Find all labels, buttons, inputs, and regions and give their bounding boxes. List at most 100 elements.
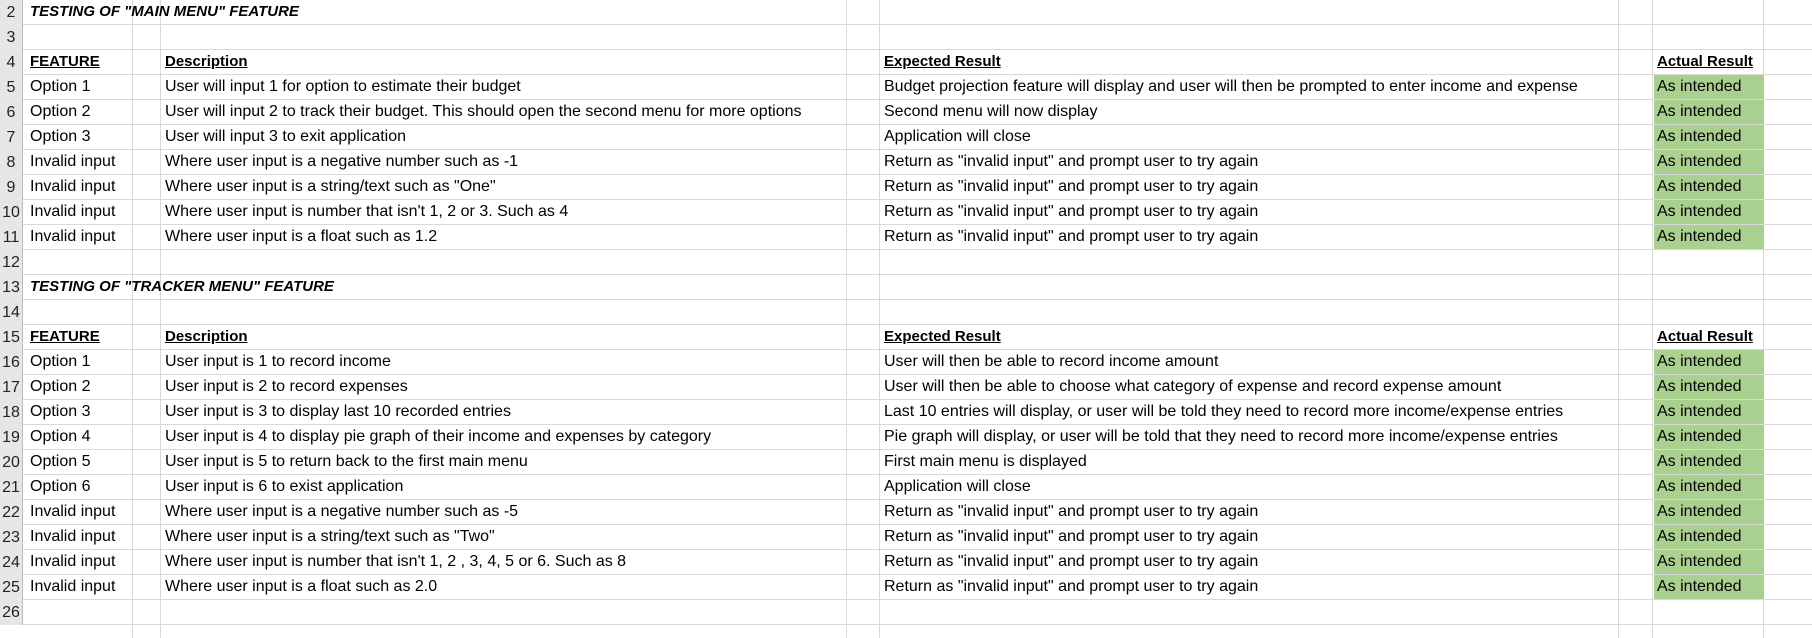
description-cell[interactable]: User input is 4 to display pie graph of …: [162, 425, 711, 449]
table-row[interactable]: 6 Option 2 User will input 2 to track th…: [0, 100, 1812, 125]
table-row[interactable]: 5 Option 1 User will input 1 for option …: [0, 75, 1812, 100]
actual-result-cell[interactable]: As intended: [1654, 150, 1764, 174]
sheet-row[interactable]: 14: [0, 300, 1812, 325]
feature-cell[interactable]: Invalid input: [27, 575, 115, 599]
expected-cell[interactable]: Return as "invalid input" and prompt use…: [881, 575, 1258, 599]
expected-cell[interactable]: Return as "invalid input" and prompt use…: [881, 525, 1258, 549]
row-number[interactable]: 23: [0, 525, 23, 550]
expected-cell[interactable]: First main menu is displayed: [881, 450, 1087, 474]
sheet-row[interactable]: 2 TESTING OF "MAIN MENU" FEATURE: [0, 0, 1812, 25]
expected-cell[interactable]: Pie graph will display, or user will be …: [881, 425, 1558, 449]
row-number[interactable]: 7: [0, 125, 23, 150]
description-cell[interactable]: Where user input is a float such as 2.0: [162, 575, 437, 599]
expected-cell[interactable]: User will then be able to record income …: [881, 350, 1218, 374]
table-row[interactable]: 10 Invalid input Where user input is num…: [0, 200, 1812, 225]
row-number[interactable]: 12: [0, 250, 23, 275]
row-number[interactable]: 26: [0, 600, 23, 625]
row-number[interactable]: 13: [0, 275, 23, 300]
header-row[interactable]: 4 FEATURE Description Expected Result Ac…: [0, 50, 1812, 75]
row-number[interactable]: 6: [0, 100, 23, 125]
actual-result-cell[interactable]: As intended: [1654, 175, 1764, 199]
sheet-row[interactable]: 26: [0, 600, 1812, 625]
actual-result-cell[interactable]: As intended: [1654, 400, 1764, 424]
row-number[interactable]: 21: [0, 475, 23, 500]
description-cell[interactable]: Where user input is a string/text such a…: [162, 525, 495, 549]
feature-cell[interactable]: Option 2: [27, 100, 90, 124]
column-header-feature[interactable]: FEATURE: [27, 325, 100, 349]
column-header-expected[interactable]: Expected Result: [881, 50, 1001, 74]
feature-cell[interactable]: Option 4: [27, 425, 90, 449]
expected-cell[interactable]: Return as "invalid input" and prompt use…: [881, 500, 1258, 524]
description-cell[interactable]: Where user input is a float such as 1.2: [162, 225, 437, 249]
actual-result-cell[interactable]: As intended: [1654, 550, 1764, 574]
table-row[interactable]: 19 Option 4 User input is 4 to display p…: [0, 425, 1812, 450]
row-number[interactable]: 15: [0, 325, 23, 350]
row-number[interactable]: 11: [0, 225, 23, 250]
description-cell[interactable]: Where user input is a string/text such a…: [162, 175, 496, 199]
table-row[interactable]: 25 Invalid input Where user input is a f…: [0, 575, 1812, 600]
row-number[interactable]: 10: [0, 200, 23, 225]
actual-result-cell[interactable]: As intended: [1654, 450, 1764, 474]
actual-result-cell[interactable]: As intended: [1654, 200, 1764, 224]
description-cell[interactable]: User input is 3 to display last 10 recor…: [162, 400, 511, 424]
feature-cell[interactable]: Invalid input: [27, 175, 115, 199]
description-cell[interactable]: User input is 2 to record expenses: [162, 375, 408, 399]
column-header-description[interactable]: Description: [162, 50, 248, 74]
row-number[interactable]: 4: [0, 50, 23, 75]
actual-result-cell[interactable]: As intended: [1654, 100, 1764, 124]
column-header-feature[interactable]: FEATURE: [27, 50, 100, 74]
description-cell[interactable]: Where user input is number that isn't 1,…: [162, 200, 568, 224]
description-cell[interactable]: Where user input is a negative number su…: [162, 150, 518, 174]
expected-cell[interactable]: Return as "invalid input" and prompt use…: [881, 175, 1258, 199]
description-cell[interactable]: User will input 3 to exit application: [162, 125, 406, 149]
table-row[interactable]: 16 Option 1 User input is 1 to record in…: [0, 350, 1812, 375]
table-row[interactable]: 8 Invalid input Where user input is a ne…: [0, 150, 1812, 175]
row-number[interactable]: 9: [0, 175, 23, 200]
sheet-row[interactable]: 12: [0, 250, 1812, 275]
table-row[interactable]: 17 Option 2 User input is 2 to record ex…: [0, 375, 1812, 400]
column-header-expected[interactable]: Expected Result: [881, 325, 1001, 349]
table-row[interactable]: 24 Invalid input Where user input is num…: [0, 550, 1812, 575]
header-row[interactable]: 15 FEATURE Description Expected Result A…: [0, 325, 1812, 350]
feature-cell[interactable]: Invalid input: [27, 150, 115, 174]
row-number[interactable]: 5: [0, 75, 23, 100]
feature-cell[interactable]: Option 1: [27, 350, 90, 374]
expected-cell[interactable]: Application will close: [881, 125, 1031, 149]
table-row[interactable]: 11 Invalid input Where user input is a f…: [0, 225, 1812, 250]
actual-result-cell[interactable]: As intended: [1654, 375, 1764, 399]
table-row[interactable]: 18 Option 3 User input is 3 to display l…: [0, 400, 1812, 425]
description-cell[interactable]: User will input 1 for option to estimate…: [162, 75, 521, 99]
actual-result-cell[interactable]: As intended: [1654, 575, 1764, 599]
actual-result-cell[interactable]: As intended: [1654, 500, 1764, 524]
actual-result-cell[interactable]: As intended: [1654, 425, 1764, 449]
feature-cell[interactable]: Invalid input: [27, 525, 115, 549]
description-cell[interactable]: User input is 6 to exist application: [162, 475, 403, 499]
description-cell[interactable]: Where user input is a negative number su…: [162, 500, 518, 524]
expected-cell[interactable]: Application will close: [881, 475, 1031, 499]
expected-cell[interactable]: Return as "invalid input" and prompt use…: [881, 550, 1258, 574]
table-row[interactable]: 20 Option 5 User input is 5 to return ba…: [0, 450, 1812, 475]
description-cell[interactable]: User input is 5 to return back to the fi…: [162, 450, 528, 474]
actual-result-cell[interactable]: As intended: [1654, 225, 1764, 249]
feature-cell[interactable]: Option 2: [27, 375, 90, 399]
feature-cell[interactable]: Invalid input: [27, 225, 115, 249]
expected-cell[interactable]: Second menu will now display: [881, 100, 1097, 124]
actual-result-cell[interactable]: As intended: [1654, 125, 1764, 149]
actual-result-cell[interactable]: As intended: [1654, 75, 1764, 99]
expected-cell[interactable]: Last 10 entries will display, or user wi…: [881, 400, 1563, 424]
row-number[interactable]: 20: [0, 450, 23, 475]
feature-cell[interactable]: Option 1: [27, 75, 90, 99]
row-number[interactable]: 25: [0, 575, 23, 600]
expected-cell[interactable]: Budget projection feature will display a…: [881, 75, 1578, 99]
expected-cell[interactable]: User will then be able to choose what ca…: [881, 375, 1501, 399]
spreadsheet-grid[interactable]: 2 TESTING OF "MAIN MENU" FEATURE 3 4 FEA…: [0, 0, 1812, 638]
actual-result-cell[interactable]: As intended: [1654, 475, 1764, 499]
row-number[interactable]: 2: [0, 0, 23, 25]
feature-cell[interactable]: Invalid input: [27, 200, 115, 224]
table-row[interactable]: 7 Option 3 User will input 3 to exit app…: [0, 125, 1812, 150]
table-row[interactable]: 9 Invalid input Where user input is a st…: [0, 175, 1812, 200]
description-cell[interactable]: Where user input is number that isn't 1,…: [162, 550, 626, 574]
feature-cell[interactable]: Option 5: [27, 450, 90, 474]
row-number[interactable]: 17: [0, 375, 23, 400]
sheet-row[interactable]: 3: [0, 25, 1812, 50]
